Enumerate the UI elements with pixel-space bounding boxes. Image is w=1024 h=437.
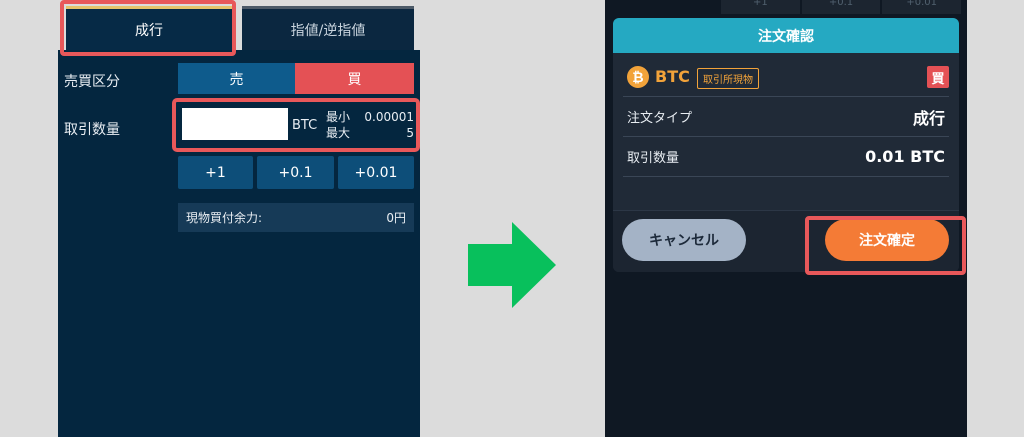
increment-1-button[interactable]: +1 <box>178 156 253 189</box>
dialog-title: 注文確認 <box>613 18 959 53</box>
side-label: 売買区分 <box>64 74 120 90</box>
bg-increment-0-01: +0.01 <box>882 0 962 14</box>
order-form-panel: 成行 指値/逆指値 売買区分 売 買 取引数量 BTC 最小 最大 0.0000… <box>58 0 420 437</box>
increment-0-1-button[interactable]: +0.1 <box>257 156 334 189</box>
asset-code: BTC <box>655 67 690 86</box>
asset-type-badge: 取引所現物 <box>697 68 759 89</box>
increment-0-01-button[interactable]: +0.01 <box>338 156 414 189</box>
buying-power-label: 現物買付余力: <box>186 211 263 225</box>
arrow-right-icon <box>468 222 556 308</box>
quantity-highlight <box>172 98 420 152</box>
sell-button[interactable]: 売 <box>178 63 295 94</box>
side-badge: 買 <box>927 66 949 88</box>
buying-power-row: 現物買付余力: 0円 <box>178 203 414 232</box>
buy-button[interactable]: 買 <box>295 63 414 94</box>
buying-power-value: 0円 <box>386 211 406 225</box>
order-type-label: 注文タイプ <box>627 111 693 126</box>
quantity-row: 取引数量 0.01 BTC <box>623 137 949 177</box>
quantity-row-value: 0.01 BTC <box>865 147 945 166</box>
confirm-highlight <box>805 216 966 275</box>
order-type-row: 注文タイプ 成行 <box>623 97 949 137</box>
tab-limit-label: 指値/逆指値 <box>290 22 366 39</box>
tab-limit-order[interactable]: 指値/逆指値 <box>242 6 414 50</box>
market-tab-highlight <box>60 0 236 56</box>
quantity-label: 取引数量 <box>64 122 120 138</box>
bitcoin-icon: ₿ <box>627 66 649 88</box>
cancel-button[interactable]: キャンセル <box>622 219 746 261</box>
bg-increment-1: +1 <box>721 0 800 14</box>
order-type-value: 成行 <box>912 108 945 128</box>
background-increment-buttons: +1 +0.1 +0.01 <box>721 0 962 14</box>
asset-row: ₿ BTC 取引所現物 買 <box>623 53 949 97</box>
bg-increment-0-1: +0.1 <box>801 0 881 14</box>
quantity-row-label: 取引数量 <box>627 151 680 166</box>
